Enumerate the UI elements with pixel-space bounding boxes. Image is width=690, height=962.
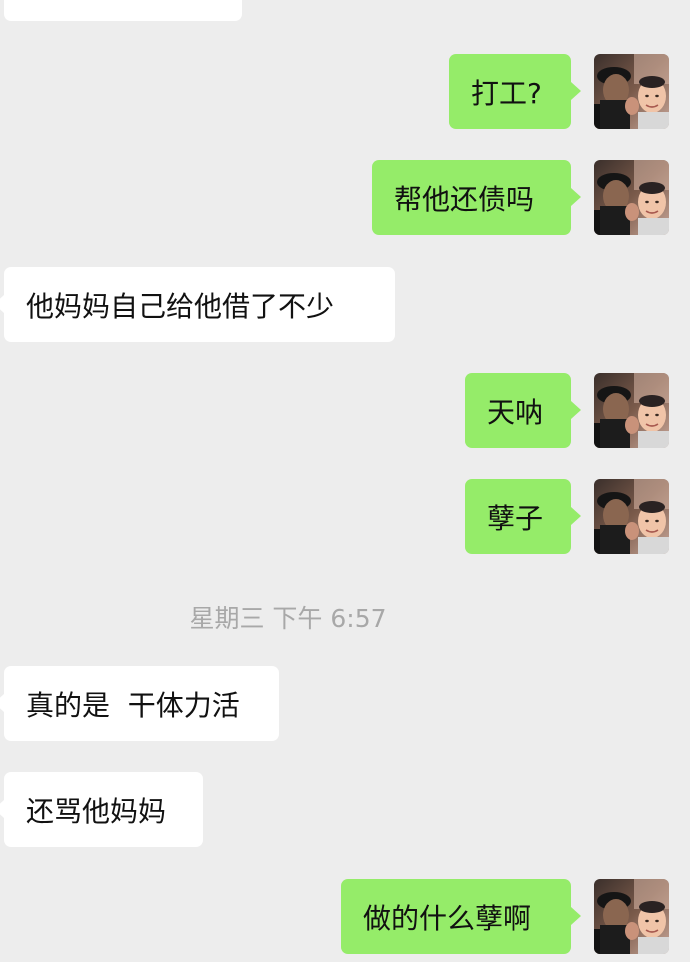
chat-message-list[interactable]: 打工? 帮他还债吗 他妈妈自己给他借了不少 天呐 孽子 星期三 下午 6:57 … xyxy=(0,0,690,962)
message-text: 他妈妈自己给他借了不少 xyxy=(26,289,335,323)
message-text: 帮他还债吗 xyxy=(394,182,535,216)
outgoing-message-bubble[interactable]: 天呐 xyxy=(465,373,581,448)
message-text: 真的是 干体力活 xyxy=(26,688,240,722)
message-text: 打工? xyxy=(471,76,542,110)
user-avatar-icon[interactable] xyxy=(594,479,669,554)
incoming-message-bubble[interactable]: 真的是 干体力活 xyxy=(0,666,279,741)
outgoing-message-bubble[interactable]: 做的什么孽啊 xyxy=(341,879,581,954)
message-timestamp: 星期三 下午 6:57 xyxy=(189,604,387,633)
user-avatar-icon[interactable] xyxy=(594,879,669,954)
message-text: 天呐 xyxy=(487,395,544,429)
incoming-message-bubble[interactable]: 还骂他妈妈 xyxy=(0,772,203,847)
outgoing-message-bubble[interactable]: 孽子 xyxy=(465,479,581,554)
incoming-message-bubble[interactable]: 他妈妈自己给他借了不少 xyxy=(0,267,395,342)
message-text: 做的什么孽啊 xyxy=(363,901,532,935)
outgoing-message-bubble[interactable]: 打工? xyxy=(449,54,581,129)
user-avatar-icon[interactable] xyxy=(594,160,669,235)
incoming-message-bubble[interactable] xyxy=(4,0,242,21)
message-text: 孽子 xyxy=(487,501,544,535)
message-text: 还骂他妈妈 xyxy=(26,794,167,828)
user-avatar-icon[interactable] xyxy=(594,373,669,448)
outgoing-message-bubble[interactable]: 帮他还债吗 xyxy=(372,160,581,235)
user-avatar-icon[interactable] xyxy=(594,54,669,129)
